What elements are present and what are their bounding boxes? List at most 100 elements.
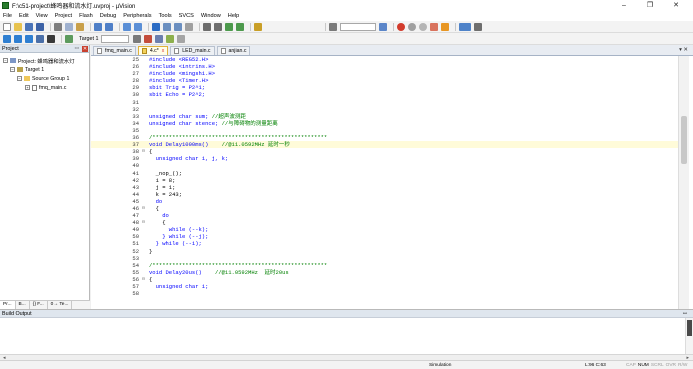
pack-installer-icon[interactable] — [177, 34, 186, 43]
editor-tab-led-main[interactable]: LED_main.c — [170, 46, 215, 55]
close-button[interactable]: ✕ — [663, 0, 689, 11]
copy-icon[interactable] — [65, 22, 73, 31]
code-line[interactable]: 57 unsigned char i; — [91, 283, 689, 290]
fold-marker-icon[interactable]: ⊟ — [141, 205, 146, 212]
tab-functions[interactable]: {} F... — [30, 301, 48, 309]
tree-item-group[interactable]: − Source Group 1 — [0, 74, 89, 83]
build-output-vertical-scrollbar[interactable] — [685, 318, 693, 355]
code-line[interactable]: 37 void Delay1000ms() //@11.0592MHz 延时一秒 — [91, 141, 689, 149]
collapse-icon[interactable]: − — [17, 76, 22, 81]
translate-icon[interactable] — [3, 34, 11, 43]
new-file-icon[interactable] — [3, 22, 11, 31]
menu-help[interactable]: Help — [228, 13, 240, 19]
code-line[interactable]: 55 void Delay20us() //@11.0592MHz 延时20us — [91, 269, 689, 276]
navigate-back-icon[interactable] — [123, 22, 131, 31]
code-line[interactable]: 32 — [91, 106, 689, 113]
code-line[interactable]: 38 ⊟{ — [91, 148, 689, 155]
code-line[interactable]: 28 #include <Timer.H> — [91, 77, 689, 84]
cut-icon[interactable] — [54, 22, 62, 31]
code-line[interactable]: 56 ⊟{ — [91, 276, 689, 283]
code-line[interactable]: 30 sbit Echo = P2^2; — [91, 91, 689, 98]
scrollbar-thumb[interactable] — [687, 320, 692, 336]
code-line[interactable]: 51 } while (--i); — [91, 240, 689, 247]
indent-icon[interactable] — [203, 22, 211, 31]
menu-debug[interactable]: Debug — [100, 13, 116, 19]
incremental-find-icon[interactable] — [379, 22, 387, 31]
menu-view[interactable]: View — [36, 13, 48, 19]
code-line[interactable]: 47 do — [91, 212, 689, 219]
fold-marker-icon[interactable]: ⊟ — [141, 219, 146, 226]
find-combobox[interactable] — [340, 22, 376, 31]
code-line[interactable]: 49 while (--k); — [91, 226, 689, 233]
expand-icon[interactable]: + — [25, 85, 30, 90]
tab-strip-controls[interactable]: ▾ ✕ — [679, 47, 688, 53]
pin-icon[interactable]: ꟷ — [75, 45, 79, 53]
tab-templates[interactable]: 0→ Te... — [48, 301, 73, 309]
code-line[interactable]: 48 ⊟ { — [91, 219, 689, 226]
download-icon[interactable] — [65, 34, 73, 43]
editor-tab-anjian[interactable]: anjian.c — [216, 46, 251, 55]
prev-bookmark-icon[interactable] — [163, 22, 171, 31]
build-icon[interactable] — [14, 34, 22, 43]
configure-icon[interactable] — [474, 22, 482, 31]
disable-all-breakpoints-icon[interactable] — [441, 22, 449, 31]
code-line[interactable]: 35 — [91, 127, 689, 134]
disable-breakpoint-icon[interactable] — [419, 22, 427, 31]
next-bookmark-icon[interactable] — [174, 22, 182, 31]
paste-icon[interactable] — [76, 22, 84, 31]
find-in-files-icon[interactable] — [254, 22, 262, 31]
bookmark-icon[interactable] — [152, 22, 160, 31]
code-line[interactable]: 44 k = 243; — [91, 191, 689, 198]
menu-svcs[interactable]: SVCS — [179, 13, 194, 19]
tree-item-target[interactable]: − Target 1 — [0, 65, 89, 74]
code-line[interactable]: 39 unsigned char i, j, k; — [91, 155, 689, 162]
code-line[interactable]: 27 #include <mingshi.H> — [91, 70, 689, 77]
editor-vertical-scrollbar[interactable] — [678, 56, 689, 309]
code-line[interactable]: 42 i = 8; — [91, 177, 689, 184]
code-line[interactable]: 41 _nop_(); — [91, 170, 689, 177]
window-layout-icon[interactable] — [459, 22, 471, 31]
tree-item-project[interactable]: − Project: 蜂鸣器和流水灯 — [0, 56, 89, 65]
code-editor[interactable]: 25 #include <REG52.H> 26 #include <intrins.… — [91, 56, 689, 309]
fold-marker-icon[interactable]: ⊟ — [141, 148, 146, 155]
editor-tab-fmq-main[interactable]: fmq_main.c — [93, 46, 136, 55]
menu-project[interactable]: Project — [55, 13, 72, 19]
scrollbar-thumb[interactable] — [681, 116, 687, 164]
tree-item-file[interactable]: + fmq_main.c — [0, 83, 89, 92]
unindent-icon[interactable] — [214, 22, 222, 31]
code-line[interactable]: 52} — [91, 248, 689, 255]
code-line[interactable]: 50 } while (--j); — [91, 233, 689, 240]
navigate-forward-icon[interactable] — [134, 22, 142, 31]
pin-icon[interactable]: ꟷ — [683, 310, 687, 318]
save-all-icon[interactable] — [36, 22, 44, 31]
kill-breakpoints-icon[interactable] — [430, 22, 438, 31]
editor-tab-4c[interactable]: 4.c* x — [137, 46, 169, 55]
code-line[interactable]: 43 j = 1; — [91, 184, 689, 191]
code-line[interactable]: 54 /*************************************… — [91, 262, 689, 269]
target-select[interactable] — [101, 34, 130, 43]
code-line[interactable]: 53 — [91, 255, 689, 262]
batch-build-icon[interactable] — [36, 34, 44, 43]
tab-project[interactable]: Pr... — [0, 301, 16, 309]
open-folder-icon[interactable] — [14, 22, 22, 31]
tab-books[interactable]: B... — [16, 301, 30, 309]
menu-peripherals[interactable]: Peripherals — [123, 13, 151, 19]
menu-edit[interactable]: Edit — [19, 13, 29, 19]
collapse-icon[interactable]: − — [3, 58, 8, 63]
code-line[interactable]: 40 — [91, 162, 689, 169]
menu-tools[interactable]: Tools — [159, 13, 172, 19]
redo-icon[interactable] — [105, 22, 113, 31]
code-line[interactable]: 33 unsigned char sum; //超声波测距 — [91, 113, 689, 120]
breakpoint-icon[interactable] — [408, 22, 416, 31]
collapse-icon[interactable]: − — [10, 67, 15, 72]
debug-session-icon[interactable] — [397, 22, 405, 31]
close-tab-icon[interactable]: x — [162, 48, 165, 54]
uncomment-icon[interactable] — [236, 22, 244, 31]
code-line[interactable]: 29 sbit Trig = P2^1; — [91, 84, 689, 91]
find-icon[interactable] — [329, 22, 337, 31]
fold-marker-icon[interactable]: ⊟ — [141, 276, 146, 283]
manage-run-time-icon[interactable] — [155, 34, 164, 43]
manage-project-items-icon[interactable] — [144, 34, 153, 43]
code-line[interactable]: 34 unsigned char stence; //与障碍物的测量距离 — [91, 120, 689, 127]
code-line[interactable]: 45 do — [91, 198, 689, 205]
